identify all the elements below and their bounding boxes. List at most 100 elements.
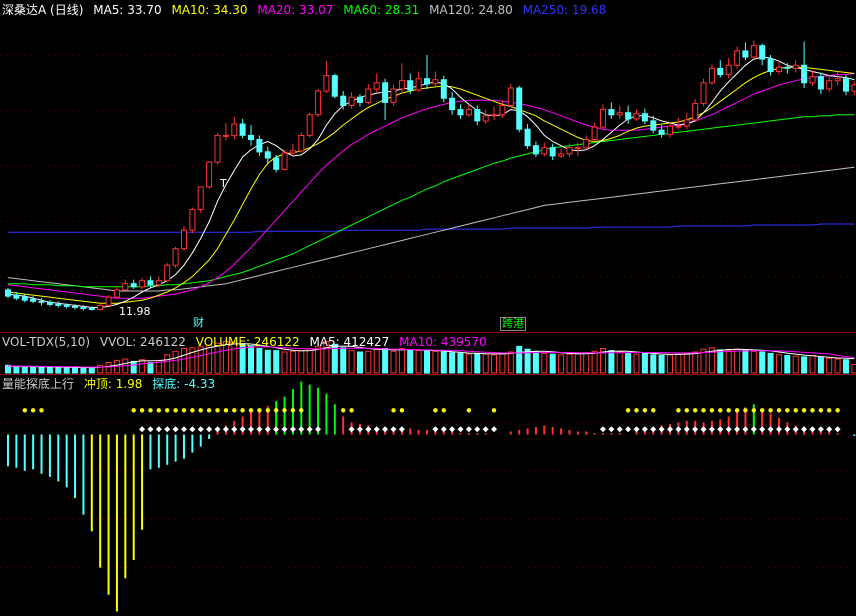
- indicator-panel[interactable]: 量能探底上行 冲顶: 1.98 探底: -4.33: [0, 374, 856, 616]
- signal-diamond: [231, 426, 238, 433]
- candle-body: [331, 75, 338, 97]
- signal-diamond: [767, 426, 774, 433]
- signal-diamond: [239, 426, 246, 433]
- candle-body: [63, 304, 70, 307]
- candle-body: [424, 78, 430, 85]
- signal-dot: [625, 408, 631, 413]
- volume-bar: [817, 357, 824, 374]
- candle-body: [465, 109, 472, 116]
- candle-body: [197, 186, 204, 211]
- signal-diamond: [667, 426, 674, 433]
- price-chart-panel[interactable]: 深桑达A (日线) MA5: 33.70 MA10: 34.30 MA20: 3…: [0, 0, 856, 332]
- candle-body: [776, 66, 782, 72]
- signal-diamond: [147, 426, 154, 433]
- volume-bar: [88, 366, 95, 374]
- line-ma5: [7, 56, 855, 308]
- candlestick-chart[interactable]: [0, 0, 856, 332]
- candle-body: [189, 209, 196, 231]
- signal-dot: [751, 408, 756, 413]
- volume-bar: [809, 355, 816, 374]
- volume-bar: [373, 348, 380, 374]
- signal-diamond: [306, 426, 313, 433]
- volume-bar: [365, 350, 372, 374]
- candle-body: [750, 45, 757, 58]
- signal-diamond: [616, 426, 623, 433]
- candle-body: [532, 145, 539, 155]
- volume-panel[interactable]: VOL-TDX(5,10) VVOL: 246122 VOLUME: 24612…: [0, 332, 856, 374]
- candle-body: [625, 112, 632, 120]
- signal-dot: [131, 408, 136, 413]
- news-tag-kuagang[interactable]: 跨港: [500, 317, 526, 331]
- signal-dot: [760, 408, 765, 413]
- candle-body: [700, 82, 707, 104]
- candle-body: [72, 305, 78, 308]
- signal-diamond: [189, 426, 196, 433]
- volume-bar: [499, 352, 506, 374]
- candle-body: [365, 88, 372, 103]
- line-ma10: [7, 66, 855, 304]
- volume-bar: [424, 349, 430, 374]
- volume-bar: [532, 351, 539, 374]
- candle-body: [415, 78, 422, 91]
- volume-bar: [583, 352, 590, 374]
- volume-bar: [206, 344, 213, 374]
- volume-bar: [181, 348, 187, 374]
- candle-body: [574, 147, 581, 150]
- news-tag-cai[interactable]: 财: [192, 317, 205, 329]
- signal-diamond: [289, 426, 296, 433]
- signal-dot: [148, 408, 153, 413]
- candle-body: [38, 300, 45, 303]
- candle-body: [248, 134, 254, 140]
- indicator-name[interactable]: 量能探底上行: [2, 377, 74, 391]
- volume-bar: [482, 353, 489, 374]
- volume-bar: [826, 357, 833, 374]
- signal-dot: [734, 408, 740, 413]
- volume-bar: [348, 350, 355, 374]
- candle-body: [13, 294, 20, 299]
- candle-body: [172, 248, 179, 266]
- signal-diamond: [365, 426, 372, 433]
- candle-body: [566, 147, 573, 155]
- indicator-header: 量能探底上行 冲顶: 1.98 探底: -4.33: [2, 377, 221, 391]
- volume-bar: [658, 355, 665, 374]
- signal-diamond: [298, 426, 305, 433]
- volume-bar: [633, 353, 640, 374]
- volume-bar: [616, 351, 623, 374]
- candle-body: [239, 123, 246, 136]
- stock-title[interactable]: 深桑达A (日线): [2, 3, 83, 17]
- candle-body: [499, 105, 506, 116]
- candle-body: [315, 90, 322, 116]
- volume-bar: [72, 367, 78, 374]
- volume-bar: [851, 363, 856, 374]
- signal-dot: [776, 408, 782, 413]
- volume-bar: [172, 350, 179, 374]
- volume-bar: [608, 350, 615, 374]
- volume-indicator-name[interactable]: VOL-TDX(5,10): [2, 335, 90, 349]
- signal-dot: [466, 408, 472, 413]
- volume-bar: [407, 349, 414, 374]
- signal-diamond: [750, 426, 757, 433]
- candle-body: [725, 64, 732, 76]
- signal-diamond: [139, 426, 146, 433]
- volume-bar: [801, 356, 808, 374]
- signal-dot: [676, 408, 681, 413]
- signal-diamond: [222, 426, 229, 433]
- volume-bar: [641, 352, 648, 374]
- candle-body: [558, 153, 565, 157]
- signal-diamond: [599, 426, 606, 433]
- candle-body: [650, 120, 657, 131]
- volume-bar: [80, 367, 87, 374]
- indicator-chart[interactable]: [0, 374, 856, 616]
- signal-dot: [684, 408, 689, 413]
- signal-dot: [248, 408, 254, 413]
- volume-bar: [784, 355, 791, 374]
- volume-bar: [591, 350, 598, 374]
- signal-dot: [399, 408, 405, 413]
- volume-bar: [558, 354, 565, 374]
- volume-bar: [834, 358, 841, 374]
- signal-dot: [181, 408, 187, 413]
- candle-body: [432, 79, 439, 85]
- volume-bar: [398, 348, 405, 374]
- volume-bar: [692, 351, 699, 374]
- candle-body: [46, 301, 53, 305]
